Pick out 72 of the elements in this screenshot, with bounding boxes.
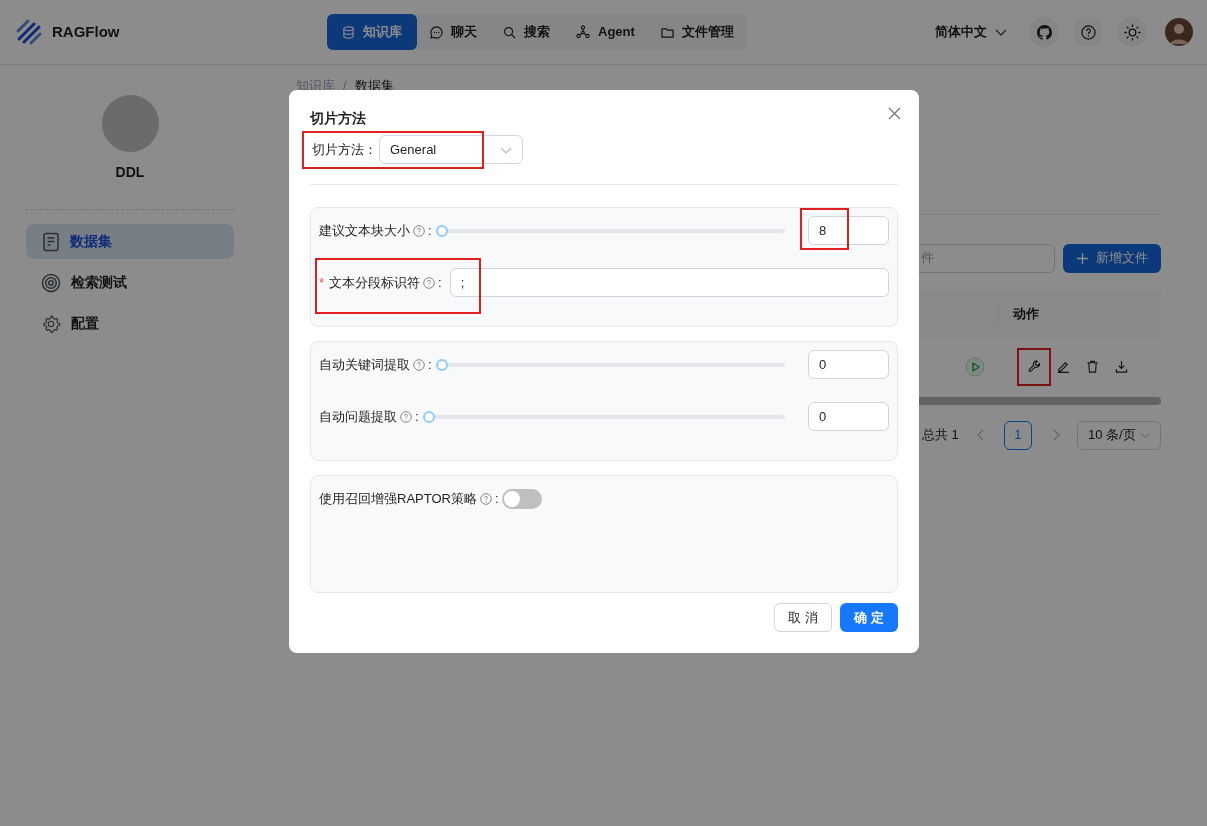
search-icon [503,25,516,39]
nav-tab[interactable]: 搜索 [490,14,563,50]
page-size-select[interactable]: 10 条/页 [1077,420,1161,450]
field-label: 切片方法： [311,140,377,159]
sidebar-item[interactable]: 检索测试 [26,265,234,300]
sidebar-item[interactable]: 数据集 [26,224,234,259]
add-file-button[interactable]: 新增文件 [1063,243,1161,273]
help-icon [423,276,436,289]
nav-tab[interactable]: 文件管理 [647,14,747,50]
method-select[interactable]: General [379,135,523,164]
help-icon [1080,24,1096,40]
play-icon [965,356,985,377]
nav-tab[interactable]: Agent [563,14,648,50]
nodes-icon [576,25,590,39]
language-select[interactable]: 简体中文 [935,22,1007,42]
total-count: 总共 1 [922,426,959,445]
label-colon: : [438,273,442,292]
dataset-name: DDL [115,163,145,182]
dataset-avatar [101,95,159,152]
cancel-button[interactable]: 取 消 [774,603,832,632]
document-icon [42,231,60,252]
wrench-icon[interactable] [1027,360,1041,373]
help-icon [413,224,425,237]
help-icon [479,492,492,505]
number-field[interactable]: 0 [808,402,889,431]
user-avatar[interactable] [1165,18,1193,46]
label-colon: : [494,489,499,508]
number-field[interactable]: 8 [808,216,889,245]
label-colon: : [415,407,419,426]
github-button[interactable] [1029,17,1059,47]
close-icon [888,107,901,120]
field-label: 自动关键词提取 [319,355,410,374]
field-label: 使用召回增强RAPTOR策略 [319,489,477,508]
toggle-switch[interactable] [501,488,542,509]
field-label: 自动问题提取 [319,407,397,426]
chevron-down-icon [1140,430,1150,440]
delete-icon[interactable] [1086,360,1099,373]
slider-thumb[interactable] [422,410,435,423]
settings-icon [41,313,61,334]
sun-icon [1123,23,1141,41]
edit-icon[interactable] [1057,360,1070,373]
field-label: 建议文本块大小 [319,221,410,240]
label-colon: : [428,221,432,240]
brand-name: RAGFlow [52,21,120,42]
page-button[interactable]: 1 [1003,420,1032,450]
chat-icon [430,25,443,39]
close-button[interactable] [888,107,901,120]
github-icon [1036,24,1052,40]
database-icon [342,25,355,39]
slider-thumb[interactable] [435,358,448,371]
confirm-button[interactable]: 确 定 [840,603,898,632]
help-icon [400,410,412,423]
plus-icon [1076,252,1088,264]
theme-button[interactable] [1117,17,1147,47]
slider-thumb[interactable] [435,224,448,237]
label-colon: : [428,355,432,374]
breadcrumb-separator: / [343,77,347,95]
dialog-title: 切片方法 [310,109,366,128]
column-header: 动作 [1013,304,1039,323]
folder-icon [660,25,674,39]
nav-tab[interactable]: 知识库 [327,14,417,50]
help-icon [413,358,425,371]
help-button[interactable] [1073,17,1103,47]
required-mark: * [319,273,325,292]
logo-icon [14,17,44,47]
number-field[interactable]: 0 [808,350,889,379]
field-label: 文本分段标识符 [329,273,421,292]
nav-tab[interactable]: 聊天 [417,14,490,50]
sidebar-item[interactable]: 配置 [26,306,234,341]
download-icon[interactable] [1115,360,1128,373]
delimiter-field[interactable]: ; [449,268,889,297]
target-icon [41,272,61,293]
